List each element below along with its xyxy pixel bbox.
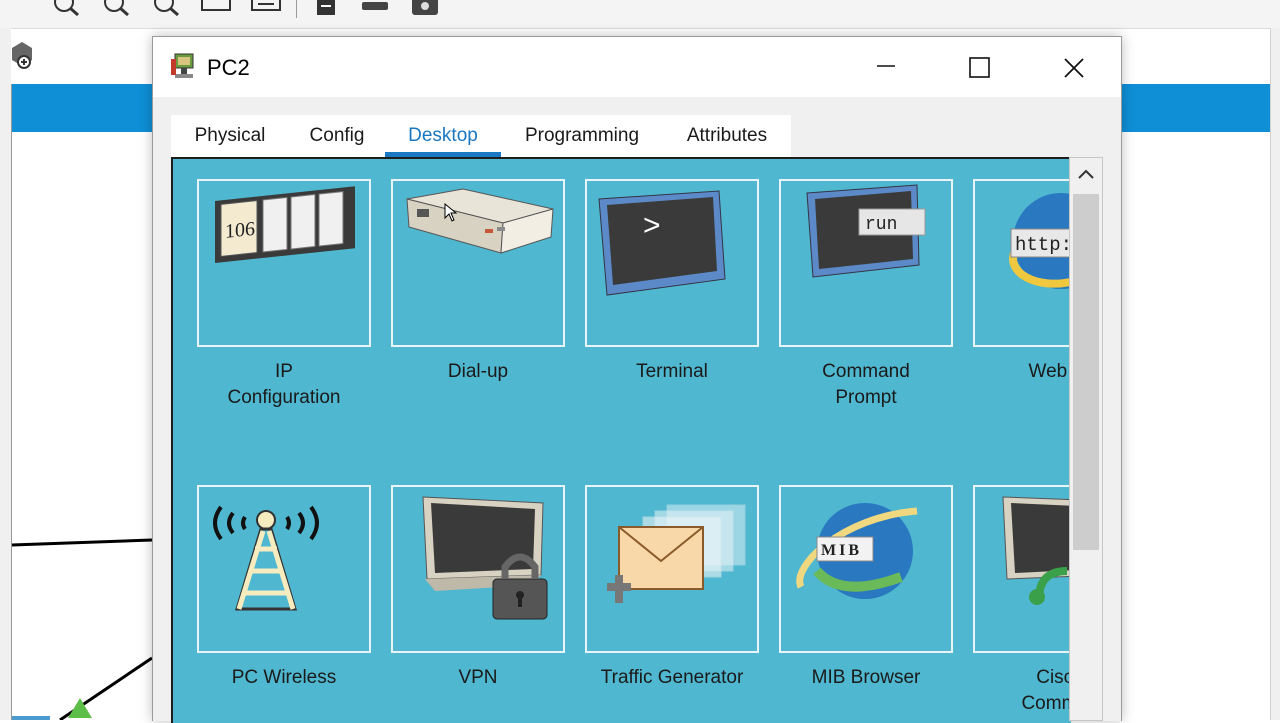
app-tile-web-browser[interactable]: http: — [973, 179, 1071, 347]
app-label-traffic-generator: Traffic Generator — [600, 667, 744, 688]
minimize-button[interactable] — [863, 47, 909, 87]
chevron-up-icon — [1078, 169, 1094, 179]
close-icon — [1064, 58, 1084, 78]
mouse-pointer-icon — [444, 203, 458, 222]
toolbar-separator — [296, 0, 297, 18]
app-label-command-prompt: Command Prompt — [822, 361, 910, 408]
app-label-dial-up: Dial-up — [447, 361, 509, 382]
desktop-area: 106 IP Configuration Dial-up > Terminal … — [171, 157, 1071, 723]
traffic-generator-icon — [607, 504, 746, 603]
pc-app-icon — [171, 53, 194, 78]
minimize-icon — [877, 65, 895, 67]
tab-config[interactable]: Config — [289, 115, 385, 157]
maximize-icon — [969, 57, 990, 78]
terminal-icon: > — [598, 190, 726, 296]
scroll-thumb[interactable] — [1073, 194, 1099, 550]
device-edge — [12, 716, 50, 720]
app-tile-mib-browser[interactable]: MIB — [779, 485, 953, 653]
command-prompt-text: run — [865, 215, 897, 235]
app-label-pc-wireless: PC Wireless — [231, 667, 337, 688]
workspace-scrollbar[interactable] — [1270, 28, 1280, 720]
app-label-vpn: VPN — [458, 667, 498, 688]
ip-configuration-icon: 106 — [215, 186, 355, 263]
workspace-right — [1122, 132, 1272, 720]
vpn-lock-icon — [422, 496, 548, 620]
app-tile-dial-up[interactable] — [391, 179, 565, 347]
app-tile-terminal[interactable]: > — [585, 179, 759, 347]
app-label-terminal: Terminal — [636, 361, 708, 382]
window-title: PC2 — [207, 55, 250, 80]
desktop-scrollbar[interactable] — [1069, 157, 1103, 721]
mib-browser-icon: MIB — [796, 503, 918, 599]
app-tile-traffic-generator[interactable] — [585, 485, 759, 653]
simple-pdu-icon[interactable] — [360, 0, 390, 14]
pdu-icon[interactable] — [314, 0, 338, 18]
title-bar[interactable]: PC2 — [153, 37, 1121, 97]
custom-device-icon[interactable] — [250, 0, 282, 16]
command-prompt-icon: run — [806, 184, 926, 278]
app-tile-ip-configuration[interactable]: 106 — [197, 179, 371, 347]
app-label-cisco-communicator: Cisco Commun — [1021, 667, 1071, 714]
app-tile-command-prompt[interactable]: run — [779, 179, 953, 347]
tab-attributes[interactable]: Attributes — [663, 115, 791, 157]
app-label-mib-browser: MIB Browser — [811, 667, 921, 688]
wireless-tower-icon — [213, 505, 319, 611]
ip-icon-text: 106 — [225, 218, 255, 243]
tab-programming[interactable]: Programming — [501, 115, 663, 157]
close-button[interactable] — [1050, 47, 1096, 87]
terminal-prompt-text: > — [643, 209, 661, 242]
device-window: PC2 Physical Config Desktop Programming … — [152, 36, 1122, 723]
modem-icon — [406, 188, 554, 254]
app-tile-pc-wireless[interactable] — [197, 485, 371, 653]
tab-desktop[interactable]: Desktop — [385, 115, 501, 157]
tab-bar: Physical Config Desktop Programming Attr… — [171, 115, 791, 157]
app-label-web-browser: Web Br — [1028, 361, 1068, 382]
scroll-up-button[interactable] — [1070, 158, 1102, 190]
network-link[interactable] — [11, 538, 153, 547]
app-tile-cisco-communicator[interactable] — [973, 485, 1071, 653]
cisco-communicator-icon — [1002, 496, 1071, 605]
web-browser-text: http: — [1015, 234, 1071, 256]
palette-icon[interactable] — [200, 0, 232, 16]
mib-icon-text: MIB — [821, 542, 862, 559]
app-label-ip-configuration: IP Configuration — [227, 361, 341, 408]
app-tile-vpn[interactable] — [391, 485, 565, 653]
maximize-button[interactable] — [956, 47, 1002, 87]
tab-physical[interactable]: Physical — [171, 115, 289, 157]
complex-pdu-icon[interactable] — [410, 0, 440, 18]
web-browser-icon: http: — [1009, 193, 1071, 289]
